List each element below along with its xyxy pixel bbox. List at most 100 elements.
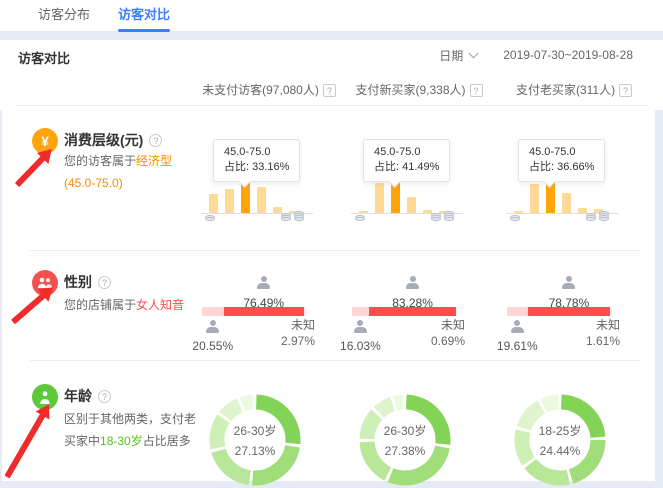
desc-text: 您的访客属于: [64, 154, 136, 168]
bar: [375, 183, 384, 213]
help-icon[interactable]: ?: [470, 84, 483, 97]
consumption-cell-new-buyers: 45.0-75.0 占比: 41.49%: [345, 110, 493, 250]
age-group-percent: 27.13%: [235, 444, 276, 458]
bar-tooltip: 45.0-75.0 占比: 36.66%: [518, 139, 605, 182]
female-segment: [369, 307, 456, 316]
bar: [530, 184, 539, 213]
male-segment: [202, 307, 224, 316]
female-share: 78.78%: [532, 276, 606, 310]
low-spend-coin-icon: [510, 217, 520, 221]
male-percent: 20.55%: [178, 339, 248, 353]
row-title-label: 年龄: [64, 386, 92, 406]
consumption-cell-returning-buyers: 45.0-75.0 占比: 36.66%: [500, 110, 648, 250]
age-cell-returning-buyers: 18-25岁 24.44%: [500, 360, 648, 481]
age-group-label: 18-25岁: [539, 422, 582, 439]
gender-chart: 83.28% 16.03% 未知 0.69%: [352, 276, 457, 350]
section-header: 访客对比 日期 2019-07-30~2019-08-28 未支付访客(97,0…: [0, 40, 663, 110]
help-icon[interactable]: ?: [149, 134, 162, 147]
tab-visitor-compare[interactable]: 访客对比: [118, 0, 170, 32]
gender-stacked-bar[interactable]: [352, 307, 457, 316]
date-filter-label: 日期: [439, 47, 463, 64]
desc-text: 您的店铺属于: [64, 298, 136, 312]
high-spend-coins-icon: [586, 213, 609, 221]
high-spend-coins-icon: [281, 213, 304, 221]
desc-highlight: 女人知音: [136, 298, 184, 312]
gender-cell-new-buyers: 83.28% 16.03% 未知 0.69%: [345, 250, 493, 360]
row-title-label: 消费层级(元): [64, 130, 143, 150]
male-segment: [507, 307, 528, 316]
tooltip-value: 36.66%: [557, 161, 594, 173]
age-donut-chart[interactable]: 26-30岁 27.38%: [357, 392, 453, 488]
help-icon[interactable]: ?: [98, 276, 111, 289]
column-header-label: 未支付访客(97,080人): [202, 83, 319, 97]
donut-center-label: 18-25岁 24.44%: [512, 392, 608, 488]
unknown-label: 未知: [281, 317, 315, 333]
gender-cell-unpaid: 76.49% 20.55% 未知 2.97%: [195, 250, 343, 360]
gender-cell-returning-buyers: 78.78% 19.61% 未知 1.61%: [500, 250, 648, 360]
bar: [257, 187, 266, 213]
page-title: 访客对比: [18, 48, 70, 67]
column-header-label: 支付新买家(9,338人): [355, 83, 465, 97]
female-icon: [256, 276, 271, 289]
male-segment: [352, 307, 369, 316]
tooltip-label: 占比:: [374, 161, 399, 173]
divider: [15, 105, 648, 106]
age-group-label: 26-30岁: [234, 422, 277, 439]
date-range-value[interactable]: 2019-07-30~2019-08-28: [503, 48, 633, 62]
date-filter-dropdown[interactable]: 日期: [439, 47, 477, 64]
male-percent: 19.61%: [482, 339, 552, 353]
bar: [209, 194, 218, 213]
female-share: 76.49%: [227, 276, 301, 310]
unknown-label: 未知: [431, 317, 465, 333]
bar: [225, 189, 234, 213]
bar: [562, 193, 571, 213]
consumption-cell-unpaid: 45.0-75.0 占比: 33.16%: [195, 110, 343, 250]
male-share: 19.61%: [482, 320, 552, 353]
column-header-label: 支付老买家(311人): [516, 83, 615, 97]
age-description: 区别于其他两类，支付老买家中18-30岁占比居多: [64, 408, 198, 452]
male-icon: [510, 320, 525, 333]
age-group-percent: 27.38%: [385, 444, 426, 458]
age-donut-chart[interactable]: 18-25岁 24.44%: [512, 392, 608, 488]
row-title-consumption: 消费层级(元) ?: [64, 130, 162, 150]
column-header-returning-buyers: 支付老买家(311人)?: [500, 81, 648, 98]
age-cell-unpaid: 26-30岁 27.13%: [195, 360, 343, 481]
tooltip-value: 41.49%: [402, 161, 439, 173]
unknown-segment: [456, 307, 457, 316]
consumption-bar-chart[interactable]: [209, 178, 305, 213]
unknown-share: 未知 1.61%: [586, 317, 620, 349]
donut-center-label: 26-30岁 27.38%: [357, 392, 453, 488]
tooltip-range: 45.0-75.0: [224, 145, 289, 160]
tab-bar: 访客分布 访客对比: [0, 0, 663, 32]
age-donut-chart[interactable]: 26-30岁 27.13%: [207, 392, 303, 488]
tab-visitor-distribution[interactable]: 访客分布: [38, 0, 90, 32]
consumption-bar-chart[interactable]: [359, 178, 455, 213]
consumption-bar-chart[interactable]: [514, 178, 610, 213]
female-icon: [405, 276, 420, 289]
unknown-share: 未知 2.97%: [281, 317, 315, 349]
gender-chart: 78.78% 19.61% 未知 1.61%: [507, 276, 612, 350]
tooltip-label: 占比:: [224, 161, 249, 173]
tooltip-label: 占比:: [529, 161, 554, 173]
female-segment: [224, 307, 304, 316]
desc-text: 占比居多: [143, 434, 191, 448]
unknown-share: 未知 0.69%: [431, 317, 465, 349]
gender-description: 您的店铺属于女人知音: [64, 294, 204, 316]
gender-stacked-bar[interactable]: [507, 307, 612, 316]
help-icon[interactable]: ?: [619, 84, 632, 97]
age-cell-new-buyers: 26-30岁 27.38%: [345, 360, 493, 481]
donut-center-label: 26-30岁 27.13%: [207, 392, 303, 488]
gender-chart: 76.49% 20.55% 未知 2.97%: [202, 276, 307, 350]
female-share: 83.28%: [376, 276, 450, 310]
row-title-gender: 性别 ?: [64, 272, 111, 292]
gender-stacked-bar[interactable]: [202, 307, 307, 316]
male-icon: [205, 320, 220, 333]
tooltip-range: 45.0-75.0: [374, 145, 439, 160]
help-icon[interactable]: ?: [98, 390, 111, 403]
male-icon: [353, 320, 368, 333]
age-group-percent: 24.44%: [540, 444, 581, 458]
female-icon: [561, 276, 576, 289]
unknown-segment: [610, 307, 612, 316]
row-title-age: 年龄 ?: [64, 386, 111, 406]
help-icon[interactable]: ?: [323, 84, 336, 97]
